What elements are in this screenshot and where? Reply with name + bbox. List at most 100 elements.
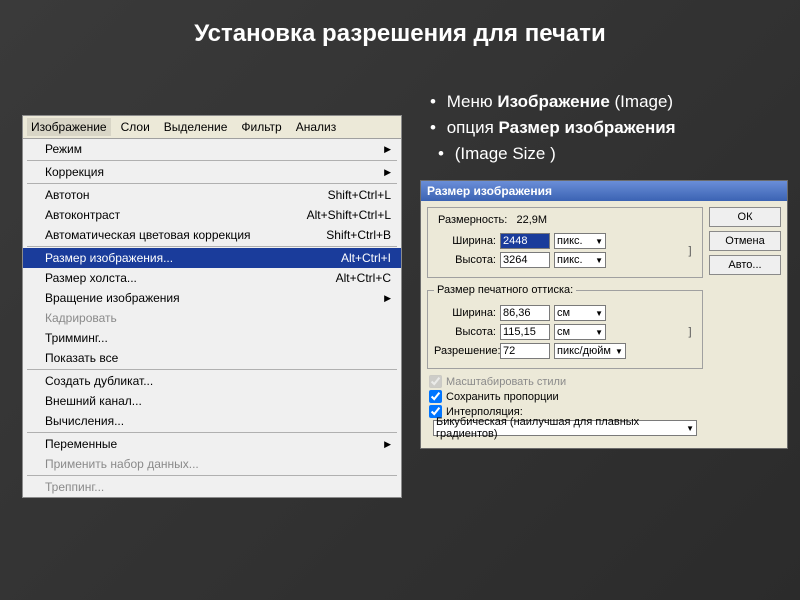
menu-crop: Кадрировать: [23, 308, 401, 328]
resolution-unit-label: пикс/дюйм: [557, 345, 611, 357]
menu-apply-image-label: Внешний канал...: [45, 394, 142, 408]
menu-duplicate[interactable]: Создать дубликат...: [23, 371, 401, 391]
menu-autocontrast[interactable]: Автоконтраст Alt+Shift+Ctrl+L: [23, 205, 401, 225]
menu-trap: Треппинг...: [23, 477, 401, 497]
bullet-2-text-b: Размер изображения: [499, 118, 676, 137]
constrain-label: Сохранить пропорции: [446, 391, 559, 403]
chevron-down-icon: ▼: [595, 237, 603, 246]
image-size-dialog: Размер изображения Размерность: 22,9M Ши…: [420, 180, 788, 449]
menu-autocontrast-shortcut: Alt+Shift+Ctrl+L: [307, 208, 391, 222]
menubar-tab-layers[interactable]: Слои: [117, 118, 154, 136]
menu-separator: [27, 160, 397, 161]
image-menu: Изображение Слои Выделение Фильтр Анализ…: [22, 115, 402, 498]
scale-styles-label: Масштабировать стили: [446, 376, 566, 388]
menu-duplicate-label: Создать дубликат...: [45, 374, 153, 388]
menu-canvas-size-shortcut: Alt+Ctrl+C: [336, 271, 391, 285]
menu-apply-dataset-label: Применить набор данных...: [45, 457, 199, 471]
chevron-right-icon: ▶: [384, 167, 391, 178]
menu-calculations[interactable]: Вычисления...: [23, 411, 401, 431]
px-width-unit-select[interactable]: пикс. ▼: [554, 233, 606, 249]
link-icon: ]: [684, 326, 696, 338]
menu-reveal-all[interactable]: Показать все: [23, 348, 401, 368]
print-height-input[interactable]: [500, 324, 550, 340]
menu-variables[interactable]: Переменные ▶: [23, 434, 401, 454]
px-height-unit-select[interactable]: пикс.▼: [554, 252, 606, 268]
menu-variables-label: Переменные: [45, 437, 117, 451]
chevron-down-icon: ▼: [595, 309, 603, 318]
bullet-2-cont: (Image Size ): [438, 142, 676, 166]
menu-canvas-size[interactable]: Размер холста... Alt+Ctrl+C: [23, 268, 401, 288]
menu-autocolor-shortcut: Shift+Ctrl+B: [326, 228, 391, 242]
print-height-unit-select[interactable]: см▼: [554, 324, 606, 340]
scale-styles-checkbox: [429, 375, 442, 388]
menu-mode[interactable]: Режим▶: [23, 139, 401, 159]
bullet-2-text-a: опция: [447, 118, 499, 137]
menu-autocolor[interactable]: Автоматическая цветовая коррекцияShift+C…: [23, 225, 401, 245]
menu-corrections[interactable]: Коррекция ▶: [23, 162, 401, 182]
bullet-1: Меню Изображение (Image): [430, 90, 676, 114]
link-icon: ]: [684, 245, 696, 257]
print-width-input[interactable]: [500, 305, 550, 321]
menubar-tab-analysis[interactable]: Анализ: [292, 118, 341, 136]
bullet-1-text-a: Меню: [447, 92, 498, 111]
menu-crop-label: Кадрировать: [45, 311, 117, 325]
menu-autotone[interactable]: Автотон Shift+Ctrl+L: [23, 185, 401, 205]
menu-trim-label: Тримминг...: [45, 331, 108, 345]
dimensions-label: Размерность:: [438, 214, 507, 226]
resolution-unit-select[interactable]: пикс/дюйм ▼: [554, 343, 626, 359]
menu-separator: [27, 246, 397, 247]
menu-separator: [27, 183, 397, 184]
menu-apply-image[interactable]: Внешний канал...: [23, 391, 401, 411]
menu-rotation-label: Вращение изображения: [45, 291, 180, 305]
print-width-unit-label: см: [557, 307, 570, 319]
constrain-row[interactable]: Сохранить пропорции: [429, 390, 703, 403]
chevron-down-icon: ▼: [615, 347, 623, 356]
menubar-tab-select[interactable]: Выделение: [160, 118, 232, 136]
ok-button[interactable]: ОК: [709, 207, 781, 227]
bullet-1-text-c: (Image): [610, 92, 673, 111]
menu-calculations-label: Вычисления...: [45, 414, 124, 428]
menu-reveal-all-label: Показать все: [45, 351, 118, 365]
print-height-label: Высота:: [434, 326, 496, 338]
scale-styles-row: Масштабировать стили: [429, 375, 703, 388]
menu-image-size-shortcut: Alt+Ctrl+I: [341, 251, 391, 265]
print-size-legend: Размер печатного оттиска:: [434, 284, 576, 296]
interpolation-label: Бикубическая (наилучшая для плавных град…: [436, 416, 682, 440]
bullet-list: Меню Изображение (Image) опция Размер из…: [430, 90, 676, 167]
menu-corrections-label: Коррекция: [45, 165, 104, 179]
resolution-label: Разрешение:: [434, 345, 496, 357]
menubar-tab-filter[interactable]: Фильтр: [237, 118, 285, 136]
print-width-label: Ширина:: [434, 307, 496, 319]
bullet-1-text-b: Изображение: [497, 92, 609, 111]
menu-autocontrast-label: Автоконтраст: [45, 208, 120, 222]
menu-canvas-size-label: Размер холста...: [45, 271, 137, 285]
interpolation-select[interactable]: Бикубическая (наилучшая для плавных град…: [433, 420, 697, 436]
dimensions-value: 22,9M: [517, 214, 548, 226]
px-width-input[interactable]: [500, 233, 550, 249]
menu-apply-dataset: Применить набор данных...: [23, 454, 401, 474]
px-height-input[interactable]: [500, 252, 550, 268]
constrain-checkbox[interactable]: [429, 390, 442, 403]
px-width-label: Ширина:: [434, 235, 496, 247]
print-height-unit-label: см: [557, 326, 570, 338]
px-height-label: Высота:: [434, 254, 496, 266]
menu-image-size[interactable]: Размер изображения...Alt+Ctrl+I: [23, 248, 401, 268]
menu-autotone-shortcut: Shift+Ctrl+L: [328, 188, 391, 202]
resolution-input[interactable]: [500, 343, 550, 359]
menu-rotation[interactable]: Вращение изображения ▶: [23, 288, 401, 308]
chevron-right-icon: ▶: [384, 439, 391, 450]
menubar: Изображение Слои Выделение Фильтр Анализ: [23, 116, 401, 139]
chevron-right-icon: ▶: [384, 293, 391, 304]
menu-trim[interactable]: Тримминг...: [23, 328, 401, 348]
pixel-dimensions-group: Размерность: 22,9M Ширина: пикс. ▼ Высота…: [427, 207, 703, 278]
print-width-unit-select[interactable]: см ▼: [554, 305, 606, 321]
cancel-button[interactable]: Отмена: [709, 231, 781, 251]
chevron-right-icon: ▶: [384, 144, 391, 155]
menu-separator: [27, 432, 397, 433]
auto-button[interactable]: Авто...: [709, 255, 781, 275]
menubar-tab-image[interactable]: Изображение: [27, 118, 111, 136]
menu-separator: [27, 475, 397, 476]
menu-autotone-label: Автотон: [45, 188, 90, 202]
bullet-2-text-c: (Image Size ): [455, 144, 556, 163]
px-width-unit-label: пикс.: [557, 235, 583, 247]
